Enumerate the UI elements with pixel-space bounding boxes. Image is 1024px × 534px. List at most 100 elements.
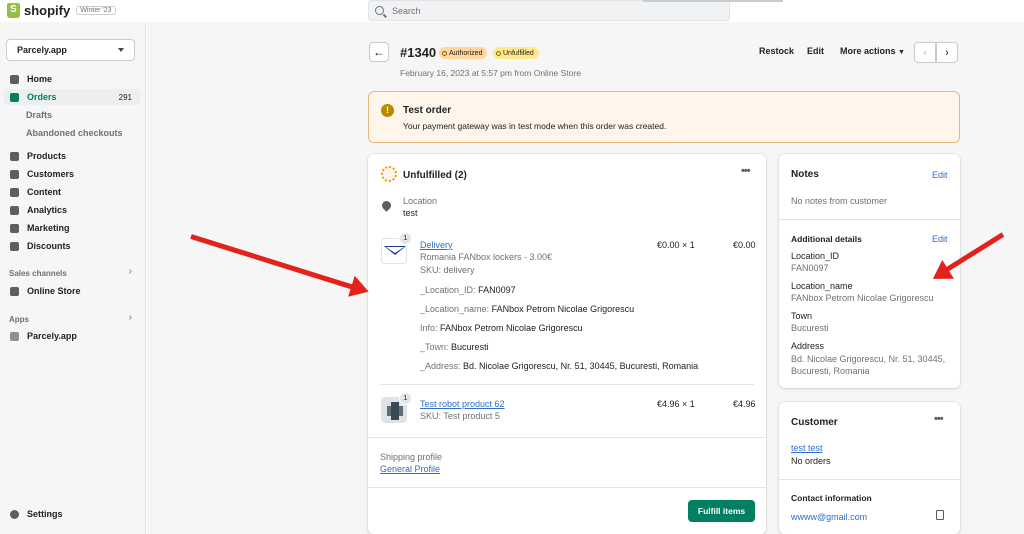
detail-value: FANbox Petrom Nicolae Grigorescu [791,293,934,303]
sidebar-item-online-store[interactable]: Online Store [4,283,140,299]
sidebar-item-label: Customers [27,169,75,179]
chevron-right-icon[interactable]: › [129,312,132,323]
notes-edit-link[interactable]: Edit [932,170,948,180]
more-actions-button[interactable]: More actions ▼ [840,46,905,56]
chevron-left-icon: ‹ [923,46,927,59]
more-horizontal-icon[interactable]: ••• [934,413,944,425]
restock-button[interactable]: Restock [759,46,794,56]
status-dot-icon [496,50,501,56]
order-number: #1340 [400,45,437,60]
copy-icon[interactable] [936,510,944,520]
sidebar-item-drafts[interactable]: Drafts [26,110,52,120]
sidebar-item-products[interactable]: Products [4,148,140,164]
tag-icon [10,151,19,161]
detail-key: Location_name [791,281,853,291]
section-divider [368,437,766,438]
shipping-profile-link[interactable]: General Profile [380,464,440,474]
customer-email-link[interactable]: wwww@gmail.com [791,512,867,522]
content-icon [10,187,19,197]
item-sku: SKU: delivery [420,265,475,275]
sales-channels-label: Sales channels [9,269,67,278]
detail-value: Bucuresti [791,323,829,333]
sidebar-item-label: Orders [27,92,57,102]
property-value: FAN0097 [478,285,516,295]
warning-icon: ! [381,104,394,117]
property-key: _Location_name: [420,304,490,314]
fulfill-items-button[interactable]: Fulfill items [688,500,755,522]
sidebar-item-abandoned-checkouts[interactable]: Abandoned checkouts [26,128,123,138]
chevron-right-icon[interactable]: › [129,266,132,277]
chevron-right-icon: › [945,46,949,59]
sidebar-item-label: Discounts [27,241,71,251]
property-value: FANbox Petrom Nicolae Grigorescu [491,304,635,314]
sidebar-item-customers[interactable]: Customers [4,166,140,182]
location-value: test [403,208,418,218]
location-label: Location [403,196,438,206]
sidebar-item-label: Online Store [27,286,81,296]
store-name: Parcely.app [17,45,67,55]
item-property: _Town: Bucuresti [420,342,489,352]
sidebar-item-label: Settings [27,509,63,519]
item-price: €0.00 × 1 [657,240,695,250]
item-total: €4.96 [733,399,756,409]
item-property: _Address: Bd. Nicolae Grigorescu, Nr. 51… [420,361,698,371]
detail-key: Location_ID [791,251,840,261]
property-key: Info: [420,323,438,333]
item-property: Info: FANbox Petrom Nicolae Grigorescu [420,323,583,333]
top-bar: shopify Winter '23 Search [0,0,1024,22]
back-button[interactable]: ← [369,42,389,62]
sidebar-item-settings[interactable]: Settings [4,506,140,522]
additional-details-edit-link[interactable]: Edit [932,234,948,244]
item-sku: SKU: Test product 5 [420,411,500,421]
person-icon [10,169,19,179]
badge-label: Authorized [449,49,483,57]
store-selector[interactable]: Parcely.app [6,39,135,61]
status-badge-authorized: Authorized [439,47,488,59]
property-key: _Address: [420,361,461,371]
item-name-link[interactable]: Delivery [420,240,453,250]
shopify-bag-icon [7,3,20,18]
sidebar-item-marketing[interactable]: Marketing [4,220,140,236]
more-horizontal-icon[interactable]: ••• [741,165,751,177]
caret-down-icon: ▼ [898,49,905,56]
status-dot-icon [442,50,447,56]
apps-label: Apps [9,315,29,324]
brand-name: shopify [24,3,71,18]
item-name-link[interactable]: Test robot product 62 [420,399,505,409]
sidebar-item-analytics[interactable]: Analytics [4,202,140,218]
edit-button[interactable]: Edit [807,46,824,56]
shopify-logo[interactable]: shopify Winter '23 [7,3,116,18]
sidebar-item-label: Content [27,187,61,197]
property-value: Bucuresti [451,342,489,352]
sidebar-item-content[interactable]: Content [4,184,140,200]
sidebar: Parcely.app Home Orders 291 Drafts Abando… [0,22,146,534]
home-icon [10,74,19,84]
sidebar-item-home[interactable]: Home [4,71,140,87]
unfulfilled-card: Unfulfilled (2) ••• Location test 1 Deli… [368,154,766,534]
more-actions-label: More actions [840,46,896,56]
search-input[interactable]: Search [368,0,730,21]
additional-details-title: Additional details [791,234,862,244]
item-property: _Location_name: FANbox Petrom Nicolae Gr… [420,304,634,314]
arrow-left-icon: ← [373,45,385,59]
unfulfilled-icon [381,166,397,182]
section-divider [779,219,960,220]
unfulfilled-title: Unfulfilled (2) [403,170,467,181]
sidebar-item-discounts[interactable]: Discounts [4,238,140,254]
next-order-button[interactable]: › [936,42,958,63]
sidebar-item-orders[interactable]: Orders 291 [4,89,140,105]
target-icon [10,223,19,233]
detail-value: Bd. Nicolae Grigorescu, Nr. 51, 30445, B… [791,354,946,376]
previous-order-button[interactable]: ‹ [914,42,936,63]
edition-badge: Winter '23 [76,6,116,15]
detail-value: FAN0097 [791,263,829,273]
shipping-profile-label: Shipping profile [380,452,443,462]
sidebar-item-parcely-app[interactable]: Parcely.app [4,328,140,344]
caret-down-icon [118,48,124,52]
test-order-banner: ! Test order Your payment gateway was in… [368,91,960,143]
sidebar-item-label: Marketing [27,223,70,233]
customer-name-link[interactable]: test test [791,443,823,453]
contact-info-title: Contact information [791,493,872,503]
customer-orders: No orders [791,456,831,466]
quantity-badge: 1 [399,232,412,245]
